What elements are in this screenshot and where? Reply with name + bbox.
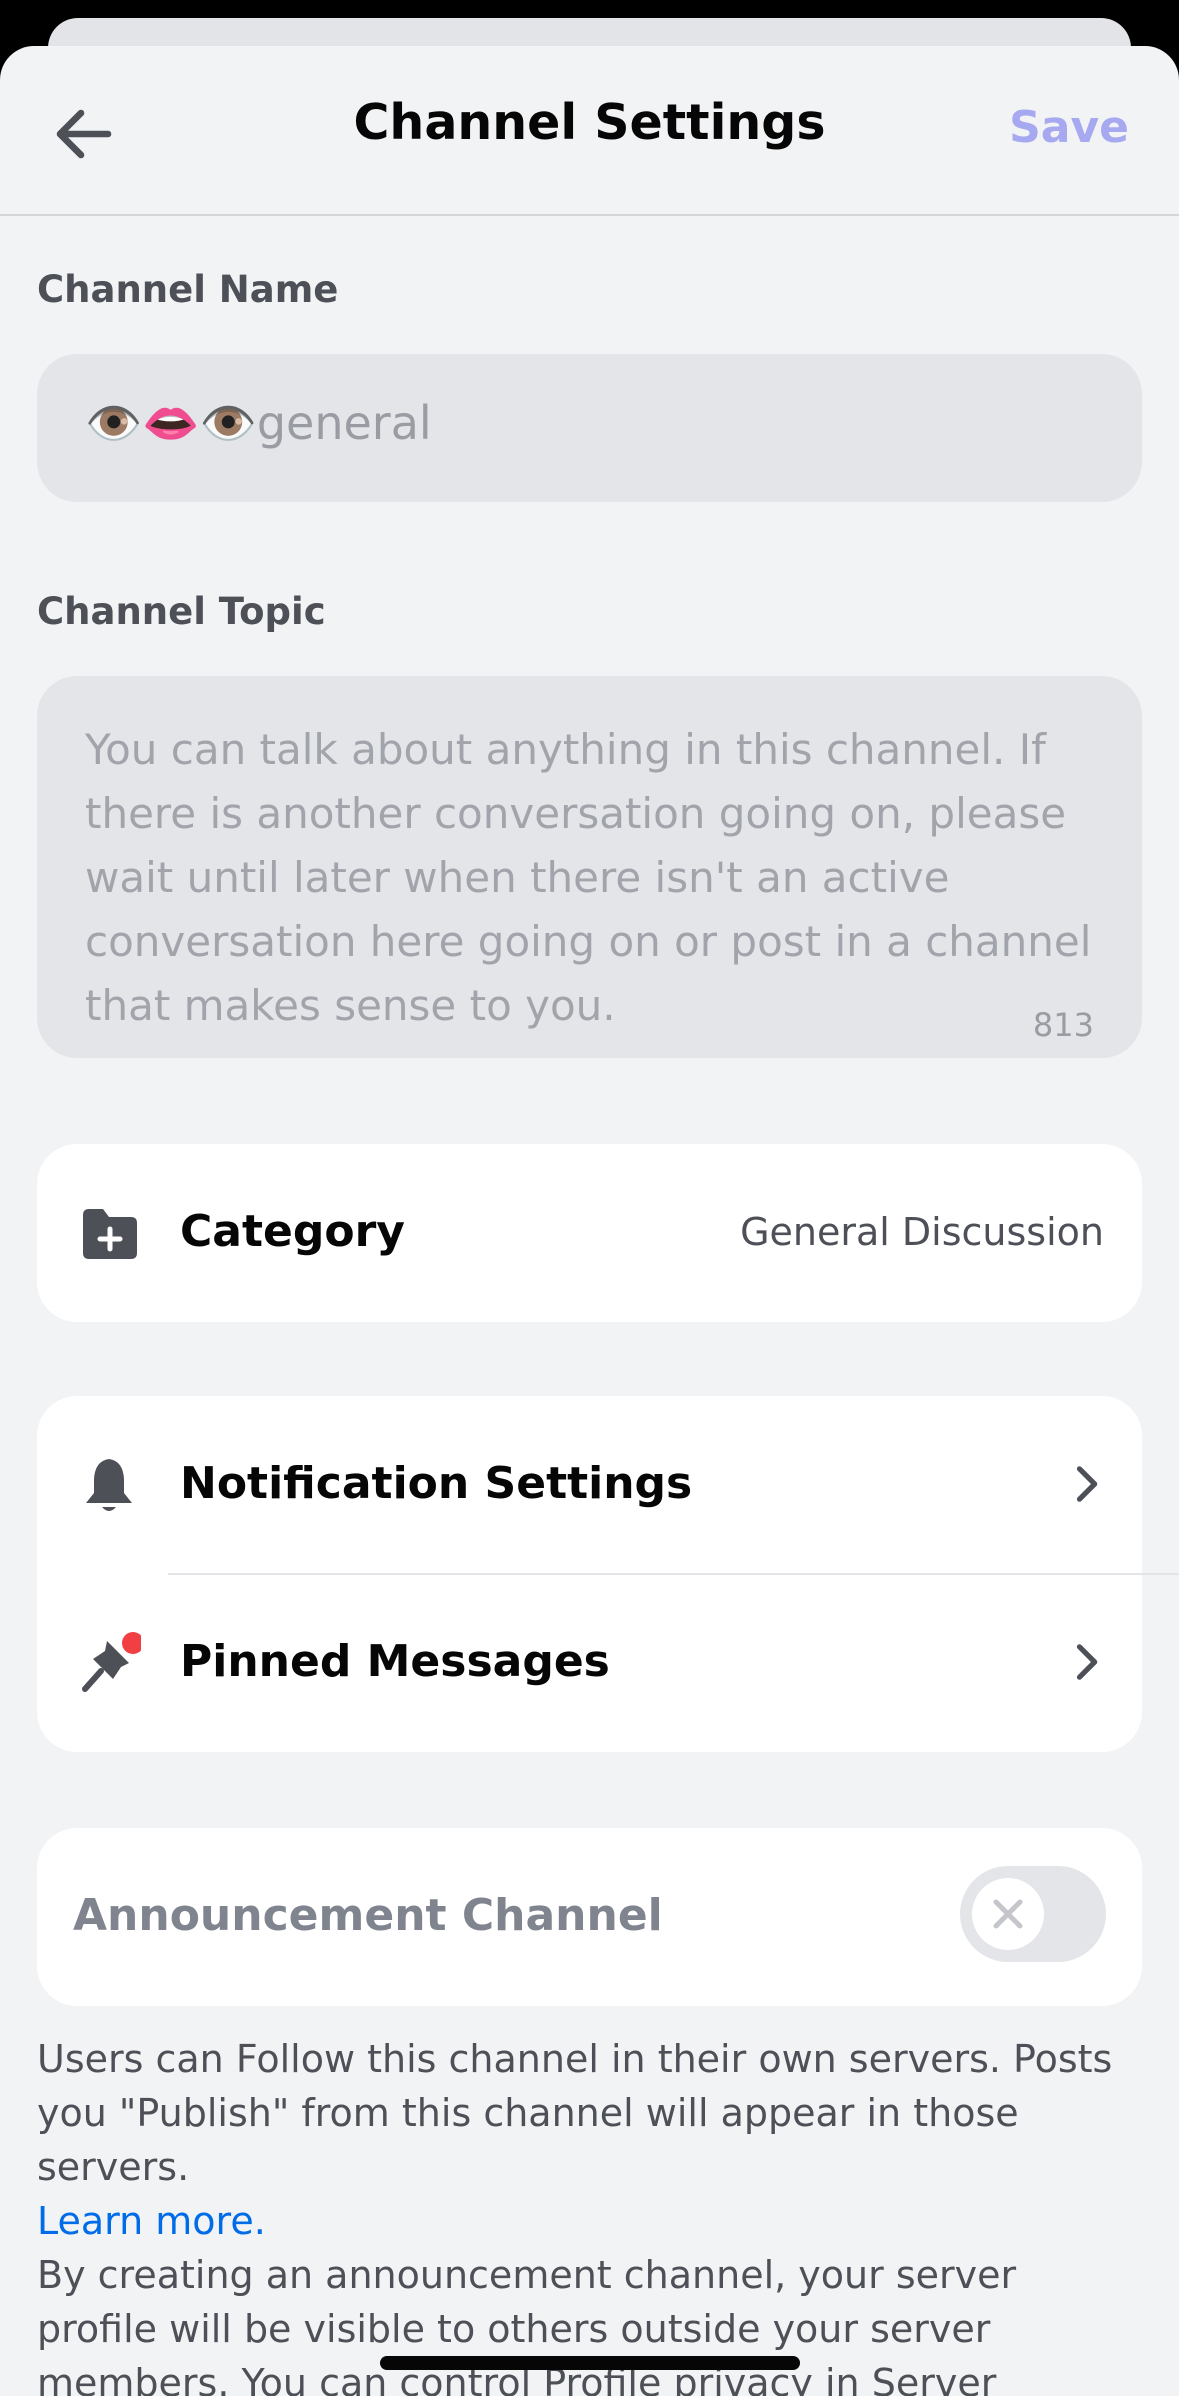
announcement-description-text: Users can Follow this channel in their o… — [37, 2037, 1113, 2189]
topic-character-counter: 813 — [1032, 1006, 1094, 1044]
announcement-privacy-text: By creating an announcement channel, you… — [37, 2253, 1017, 2396]
pin-icon — [82, 1632, 141, 1692]
announcement-description: Users can Follow this channel in their o… — [37, 2032, 1147, 2396]
announcement-row: Announcement Channel — [37, 1828, 1142, 2006]
category-card: Category General Discussion — [37, 1144, 1142, 1322]
notification-settings-row[interactable]: Notification Settings — [37, 1396, 1142, 1574]
announcement-toggle[interactable] — [960, 1866, 1106, 1962]
page-title: Channel Settings — [353, 94, 826, 151]
learn-more-link[interactable]: Learn more. — [37, 2194, 266, 2248]
chevron-right-icon — [1076, 1644, 1098, 1680]
toggle-knob — [972, 1878, 1044, 1950]
channel-topic-placeholder: You can talk about anything in this chan… — [85, 725, 1092, 1030]
row-divider — [168, 1573, 1179, 1575]
chevron-right-icon — [1076, 1466, 1098, 1502]
notification-dot — [122, 1632, 141, 1654]
channel-name-value: 👁️👄👁️general — [85, 396, 432, 450]
category-label: Category — [180, 1206, 405, 1257]
announcement-card: Announcement Channel — [37, 1828, 1142, 2006]
bell-icon — [86, 1459, 132, 1511]
pinned-messages-row[interactable]: Pinned Messages — [37, 1574, 1142, 1752]
channel-topic-label: Channel Topic — [37, 590, 326, 633]
header: Channel Settings Save — [0, 46, 1179, 216]
announcement-label: Announcement Channel — [73, 1890, 663, 1941]
channel-name-label: Channel Name — [37, 268, 339, 311]
channel-topic-input[interactable]: You can talk about anything in this chan… — [37, 676, 1142, 1058]
channel-name-input[interactable]: 👁️👄👁️general — [37, 354, 1142, 502]
home-indicator — [380, 2356, 800, 2370]
save-button[interactable]: Save — [1009, 102, 1129, 153]
close-icon — [993, 1899, 1023, 1929]
pinned-messages-label: Pinned Messages — [180, 1636, 610, 1687]
category-value: General Discussion — [740, 1210, 1104, 1254]
channel-settings-sheet: Channel Settings Save Channel Name 👁️👄👁️… — [0, 46, 1179, 2396]
category-row[interactable]: Category General Discussion — [37, 1144, 1142, 1322]
notification-settings-label: Notification Settings — [180, 1458, 693, 1509]
folder-plus-icon — [83, 1209, 137, 1259]
